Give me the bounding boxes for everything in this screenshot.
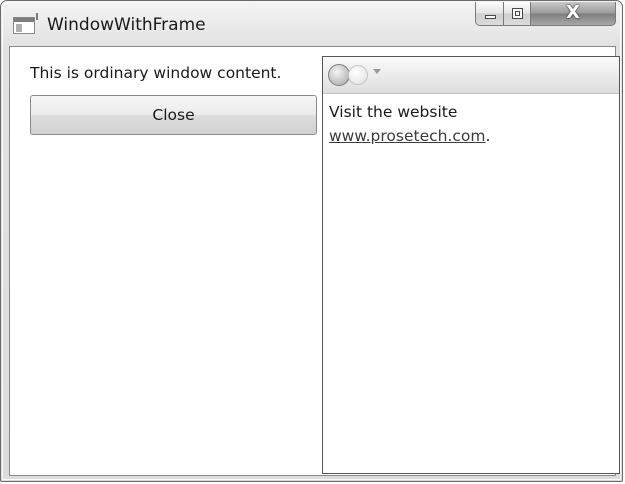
chevron-down-icon[interactable] xyxy=(373,69,381,74)
frame-content: Visit the website www.prosetech.com. xyxy=(329,100,490,148)
website-link[interactable]: www.prosetech.com xyxy=(329,127,486,145)
window-close-button[interactable]: X xyxy=(531,2,616,26)
close-icon: X xyxy=(566,2,580,23)
app-icon-bar xyxy=(14,18,34,22)
minimize-icon xyxy=(485,15,496,19)
frame-navigation-bar xyxy=(323,57,619,94)
maximize-icon xyxy=(512,8,523,19)
close-button[interactable]: Close xyxy=(30,95,317,135)
window-title: WindowWithFrame xyxy=(47,15,206,35)
window-content-text: This is ordinary window content. xyxy=(30,64,282,82)
maximize-button[interactable] xyxy=(504,2,531,26)
minimize-button[interactable] xyxy=(475,2,504,26)
embedded-frame: Visit the website www.prosetech.com. xyxy=(322,56,620,474)
link-period: . xyxy=(485,127,491,145)
forward-arrow-icon[interactable] xyxy=(348,65,368,85)
app-icon-mark xyxy=(36,13,38,20)
back-arrow-icon[interactable] xyxy=(328,64,350,86)
frame-text: Visit the website xyxy=(329,103,458,121)
window-app-icon[interactable] xyxy=(13,13,38,34)
application-window: WindowWithFrame X This is ordinary windo… xyxy=(0,0,623,482)
window-client-area: This is ordinary window content. Close V… xyxy=(9,46,620,476)
caption-buttons: X xyxy=(475,2,616,26)
app-icon-panel xyxy=(16,24,22,32)
